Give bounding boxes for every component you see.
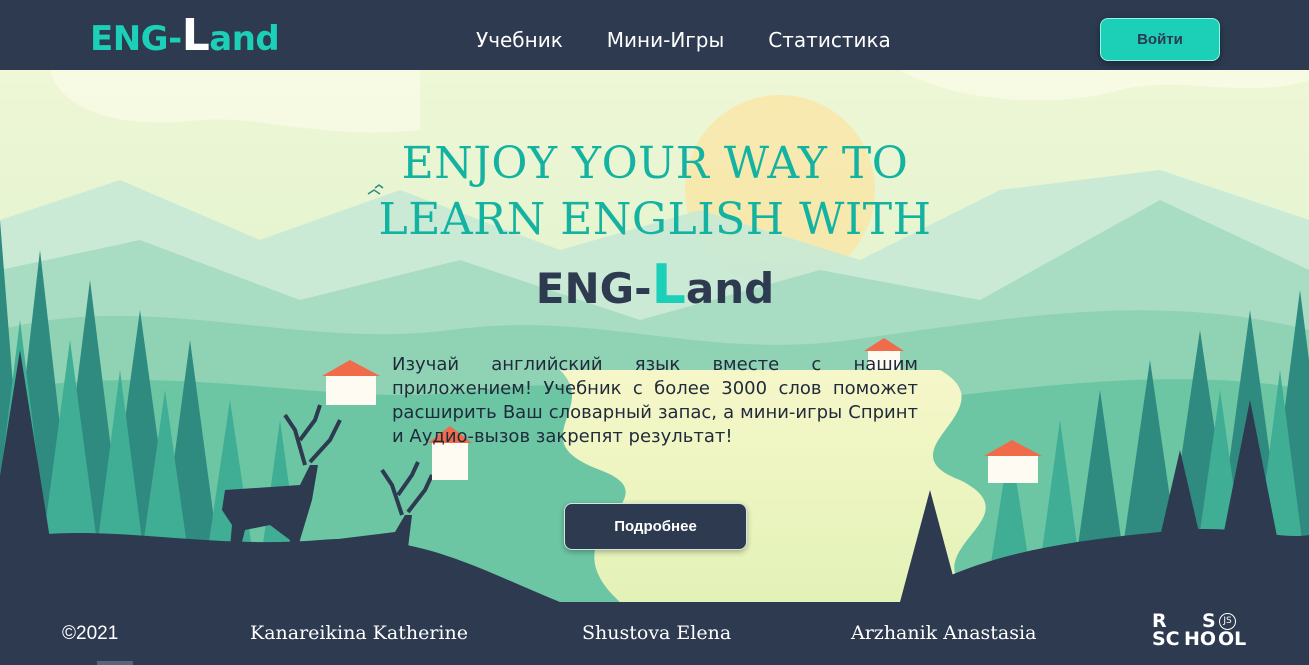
header: ENG-Land Учебник Мини-Игры Статистика Во… — [0, 0, 1309, 70]
hero-title-line-2: LEARN ENGLISH WITH — [378, 194, 932, 245]
hero-title-line-1: ENJOY YOUR WAY TO — [401, 138, 909, 189]
nav-item-mini-games[interactable]: Мини-Игры — [607, 27, 725, 53]
hero-description: Изучай английский язык вместе с нашим пр… — [392, 354, 918, 447]
rs-school-logo[interactable]: R S JS SC HO OL — [1152, 611, 1252, 655]
brand-suffix: and — [685, 264, 775, 313]
nav-item-statistics[interactable]: Статистика — [768, 27, 891, 53]
author-link-1[interactable]: Kanareikina Katherine — [250, 622, 468, 644]
hero-section: ENJOY YOUR WAY TO LEARN ENGLISH WITH ENG… — [0, 70, 1309, 602]
more-info-button[interactable]: Подробнее — [564, 503, 747, 550]
horizontal-scrollbar[interactable] — [97, 661, 133, 665]
main-nav: Учебник Мини-Игры Статистика — [476, 27, 891, 53]
footer: ©2021 Kanareikina Katherine Shustova Ele… — [0, 602, 1309, 665]
rs-logo-ol: OL — [1218, 628, 1247, 650]
logo-letter: L — [181, 10, 210, 61]
brand-prefix: ENG- — [535, 264, 652, 313]
brand-letter: L — [651, 253, 686, 316]
logo-suffix: and — [209, 19, 280, 59]
hero-brand: ENG-Land — [355, 258, 955, 314]
author-link-3[interactable]: Arzhanik Anastasia — [851, 622, 1036, 644]
author-link-2[interactable]: Shustova Elena — [582, 622, 731, 644]
nav-item-textbook[interactable]: Учебник — [476, 27, 563, 53]
rs-logo-ho: HO — [1184, 628, 1217, 650]
logo-prefix: ENG- — [90, 19, 182, 59]
login-button[interactable]: Войти — [1100, 18, 1220, 61]
hero-title: ENJOY YOUR WAY TO LEARN ENGLISH WITH — [355, 136, 955, 248]
site-logo[interactable]: ENG-Land — [90, 14, 280, 60]
rs-logo-sc: SC — [1152, 628, 1180, 650]
copyright: ©2021 — [62, 623, 119, 644]
